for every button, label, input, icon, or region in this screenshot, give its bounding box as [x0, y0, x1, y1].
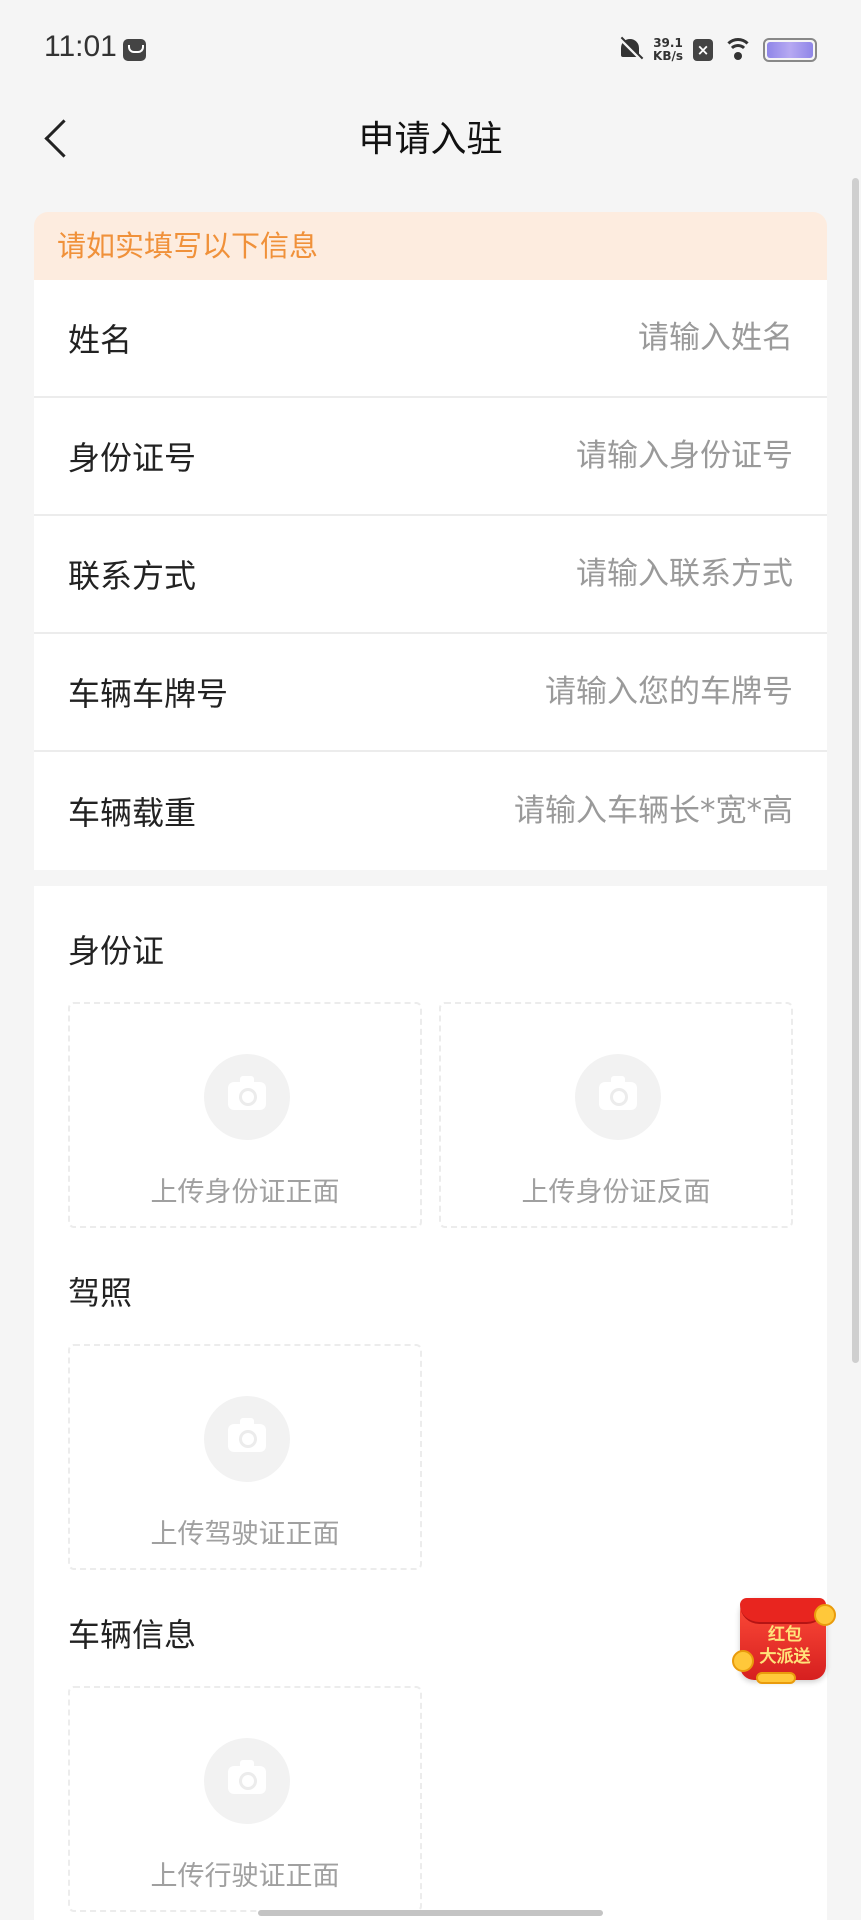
camera-icon — [228, 1760, 266, 1794]
camera-icon-circle — [204, 1738, 290, 1824]
camera-icon — [599, 1076, 637, 1110]
wifi-icon — [723, 38, 753, 62]
status-bar: 11:01 39.1 KB/s × — [0, 0, 861, 100]
status-time: 11:01 — [44, 30, 117, 63]
red-envelope-text: 红包 大派送 — [750, 1624, 820, 1668]
red-envelope-promo-button[interactable]: 红包 大派送 — [732, 1590, 840, 1690]
coin-icon — [756, 1672, 796, 1684]
sim-off-icon: × — [693, 39, 713, 61]
upload-vehicle-license-label: 上传行驶证正面 — [150, 1861, 340, 1892]
upload-id-back-label: 上传身份证反面 — [521, 1177, 711, 1208]
driver-license-section-title: 驾照 — [68, 1274, 133, 1312]
battery-icon — [763, 38, 817, 62]
navigation-bar: 申请入驻 — [0, 100, 861, 180]
contact-input[interactable] — [393, 556, 793, 592]
camera-icon — [228, 1076, 266, 1110]
contact-label: 联系方式 — [68, 557, 197, 595]
camera-icon — [228, 1418, 266, 1452]
name-input[interactable] — [393, 320, 793, 356]
scrollbar[interactable] — [852, 178, 859, 1363]
camera-icon-circle — [575, 1054, 661, 1140]
network-speed: 39.1 KB/s — [653, 37, 683, 63]
name-label: 姓名 — [68, 321, 133, 359]
plate-number-label: 车辆车牌号 — [68, 675, 229, 713]
id-number-input[interactable] — [393, 438, 793, 474]
page-title: 申请入驻 — [358, 119, 503, 160]
vehicle-info-section-title: 车辆信息 — [68, 1616, 197, 1654]
vehicle-load-input[interactable] — [393, 793, 793, 829]
back-arrow-icon[interactable] — [40, 112, 80, 162]
upload-id-front-button[interactable]: 上传身份证正面 — [68, 1002, 422, 1228]
red-envelope-line2: 大派送 — [759, 1647, 811, 1667]
id-number-label: 身份证号 — [68, 439, 197, 477]
form-row-contact: 联系方式 — [34, 516, 827, 634]
form-notice: 请如实填写以下信息 — [34, 212, 827, 280]
form-row-name: 姓名 — [34, 280, 827, 398]
plate-number-input[interactable] — [393, 674, 793, 710]
status-icons: 39.1 KB/s × — [617, 32, 817, 68]
upload-section: 身份证 上传身份证正面 上传身份证反面 驾照 上传驾驶证正面 车辆信息 上传行驶… — [34, 886, 827, 1920]
network-speed-unit: KB/s — [653, 49, 683, 63]
upload-id-front-label: 上传身份证正面 — [150, 1177, 340, 1208]
form-row-id-number: 身份证号 — [34, 398, 827, 516]
upload-vehicle-license-button[interactable]: 上传行驶证正面 — [68, 1686, 422, 1912]
vehicle-load-label: 车辆载重 — [68, 794, 197, 832]
form-row-vehicle-load: 车辆载重 — [34, 752, 827, 870]
upload-driver-license-button[interactable]: 上传驾驶证正面 — [68, 1344, 422, 1570]
info-form: 请如实填写以下信息 姓名 身份证号 联系方式 车辆车牌号 车辆载重 — [34, 212, 827, 870]
message-notification-icon — [123, 39, 146, 61]
upload-driver-license-label: 上传驾驶证正面 — [150, 1519, 340, 1550]
camera-icon-circle — [204, 1054, 290, 1140]
form-row-plate-number: 车辆车牌号 — [34, 634, 827, 752]
coin-icon — [732, 1650, 754, 1672]
camera-icon-circle — [204, 1396, 290, 1482]
home-indicator[interactable] — [258, 1910, 603, 1916]
id-card-section-title: 身份证 — [68, 932, 165, 970]
bell-muted-icon — [617, 36, 644, 63]
coin-icon — [814, 1604, 836, 1626]
red-envelope-line1: 红包 — [768, 1625, 802, 1645]
upload-id-back-button[interactable]: 上传身份证反面 — [439, 1002, 793, 1228]
